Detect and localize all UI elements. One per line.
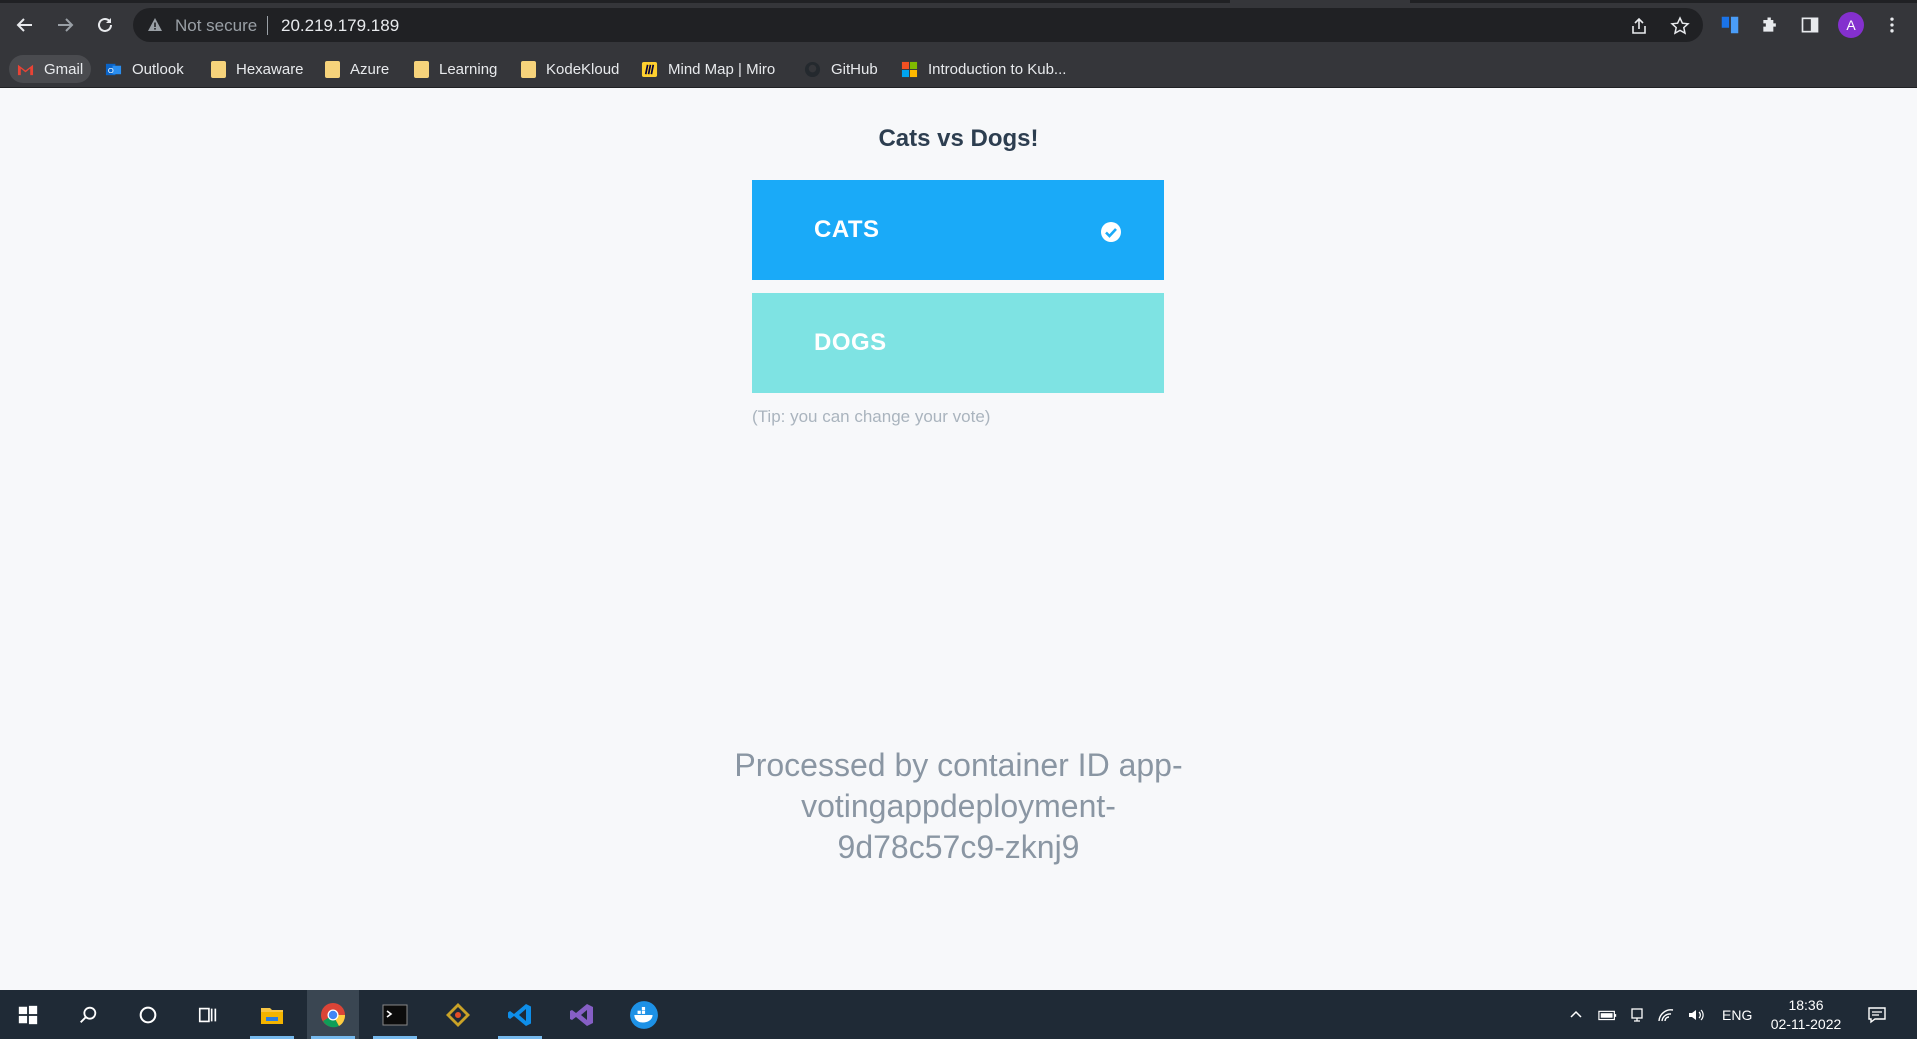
microsoft-icon: [901, 61, 918, 77]
menu-kebab-icon[interactable]: [1880, 13, 1904, 37]
cats-label: CATS: [814, 216, 880, 243]
reload-button[interactable]: [89, 9, 121, 41]
bookmark-kodekloud[interactable]: KodeKloud: [513, 55, 627, 83]
bookmark-label: Outlook: [132, 60, 184, 78]
docker-icon[interactable]: [618, 990, 670, 1039]
wifi-icon[interactable]: [1657, 990, 1675, 1039]
file-explorer-icon[interactable]: [246, 990, 298, 1039]
chrome-icon[interactable]: [307, 990, 359, 1039]
share-icon[interactable]: [1629, 16, 1649, 36]
tab-strip-right: [1410, 0, 1917, 3]
bookmark-learning[interactable]: Learning: [406, 55, 505, 83]
bookmark-label: Gmail: [44, 60, 84, 78]
url-separator: [267, 16, 268, 35]
terminal-icon[interactable]: [369, 990, 421, 1039]
bookmark-github[interactable]: GitHub: [796, 55, 886, 83]
browser-toolbar: Not secure 20.219.179.189 A: [0, 0, 1917, 50]
svg-text:O: O: [108, 65, 114, 74]
bookmark-label: KodeKloud: [546, 60, 620, 78]
search-icon[interactable]: [62, 990, 114, 1039]
url-text[interactable]: 20.219.179.189: [281, 16, 399, 36]
bookmark-hexaware[interactable]: Hexaware: [203, 55, 312, 83]
folder-icon: [521, 60, 536, 78]
bookmark-label: Introduction to Kub...: [928, 60, 1067, 78]
vote-cats-button[interactable]: CATS: [752, 180, 1164, 280]
voting-page: Cats vs Dogs! CATS DOGS (Tip: you can ch…: [0, 89, 1917, 990]
battery-icon[interactable]: [1598, 990, 1618, 1039]
cortana-icon[interactable]: [122, 990, 174, 1039]
tab-strip: [0, 0, 1230, 3]
container-id-line: Processed by container ID app-: [734, 747, 1183, 783]
tip-text: (Tip: you can change your vote): [752, 407, 991, 426]
forward-arrow-icon: [58, 18, 74, 32]
bookmark-label: Hexaware: [236, 60, 304, 78]
profile-avatar[interactable]: A: [1838, 12, 1864, 38]
clock-time: 18:36: [1788, 997, 1824, 1013]
side-panel-icon[interactable]: [1798, 13, 1822, 37]
clock-date: 02-11-2022: [1770, 1016, 1842, 1032]
security-label[interactable]: Not secure: [175, 16, 257, 36]
volume-icon[interactable]: [1687, 990, 1705, 1039]
back-button[interactable]: [9, 9, 41, 41]
star-icon[interactable]: [1670, 16, 1690, 36]
bookmarks-bar: Gmail O Outlook Hexaware Azure Learning …: [0, 50, 1917, 88]
system-clock[interactable]: 18:36 02-11-2022: [1764, 996, 1848, 1034]
visual-studio-icon[interactable]: [556, 990, 608, 1039]
bookmark-label: GitHub: [831, 60, 878, 78]
bookmark-outlook[interactable]: O Outlook: [97, 55, 192, 83]
bookmark-label: Mind Map | Miro: [668, 60, 776, 78]
address-bar[interactable]: Not secure 20.219.179.189: [133, 8, 1703, 42]
forward-button[interactable]: [49, 9, 81, 41]
outlook-icon: O: [105, 63, 122, 75]
extensions-puzzle-icon[interactable]: [1758, 13, 1782, 37]
reload-icon: [98, 17, 112, 32]
display-icon[interactable]: [1629, 990, 1645, 1039]
vscode-icon[interactable]: [494, 990, 546, 1039]
bookmark-miro[interactable]: Mind Map | Miro: [633, 55, 783, 83]
extension-blue-icon[interactable]: [1718, 13, 1742, 37]
container-id-text: Processed by container ID app- votingapp…: [0, 745, 1917, 868]
miro-icon: [641, 61, 658, 77]
bookmark-azure[interactable]: Azure: [317, 55, 397, 83]
task-view-icon[interactable]: [182, 990, 234, 1039]
gmail-icon: [17, 64, 34, 75]
bookmark-kubernetes[interactable]: Introduction to Kub...: [893, 55, 1074, 83]
github-icon: [804, 61, 821, 77]
warning-icon: [148, 18, 162, 31]
bookmark-label: Learning: [439, 60, 498, 78]
check-circle-icon: [1101, 222, 1121, 242]
page-title: Cats vs Dogs!: [878, 125, 1039, 152]
tray-chevron-icon[interactable]: [1568, 990, 1584, 1039]
notifications-icon[interactable]: [1867, 990, 1887, 1039]
folder-icon: [211, 60, 226, 78]
container-id-line: votingappdeployment-: [801, 788, 1116, 824]
bookmark-gmail[interactable]: Gmail: [9, 55, 92, 83]
windows-taskbar: ENG 18:36 02-11-2022: [0, 990, 1917, 1039]
bookmark-label: Azure: [350, 60, 390, 78]
folder-icon: [325, 60, 340, 78]
vote-dogs-button[interactable]: DOGS: [752, 293, 1164, 393]
start-icon[interactable]: [2, 990, 54, 1039]
git-icon[interactable]: [432, 990, 484, 1039]
folder-icon: [414, 60, 429, 78]
language-indicator[interactable]: ENG: [1722, 990, 1752, 1039]
dogs-label: DOGS: [814, 329, 887, 356]
back-arrow-icon: [16, 18, 32, 32]
container-id-line: 9d78c57c9-zknj9: [837, 829, 1080, 865]
